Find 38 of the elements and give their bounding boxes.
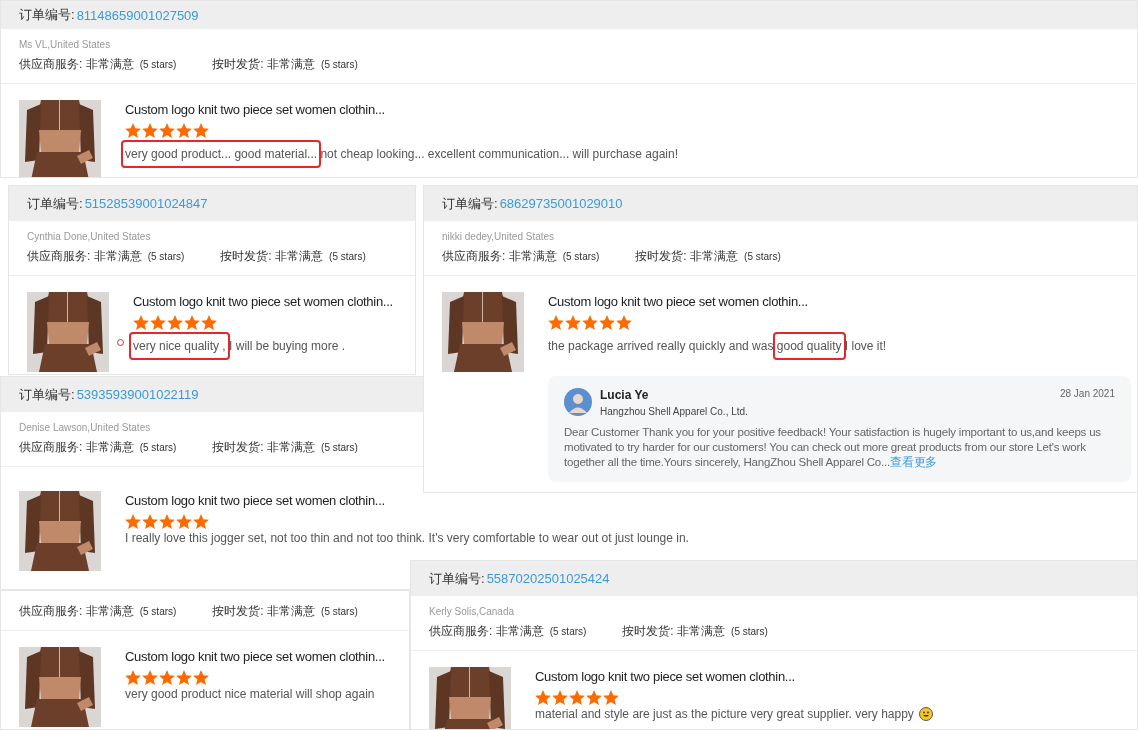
customer-name: nikki dedey,United States xyxy=(442,231,555,242)
reply-text: Dear Customer Thank you for your positive feedback! Your satisfaction is hugely important to us,and keeps us motivated to try harder for our customers! You can check out more great products from our store Let's work together all the time.Yours sincerely, HangZhou Shell Apparel Co...查看更多 xyxy=(564,425,1102,470)
customer-name: Denise Lawson,United States xyxy=(19,422,151,433)
replier-name: Lucia Ye xyxy=(600,388,650,402)
order-label: 订单编号: xyxy=(442,194,498,213)
rating-text: 按时发货: 非常满意 (5 stars) xyxy=(622,623,768,640)
rating-text: 供应商服务: 非常满意 (5 stars) xyxy=(19,56,177,73)
product-title[interactable]: Custom logo knit two piece set women clothin... xyxy=(535,669,795,684)
avatar-icon xyxy=(564,388,592,416)
order-label: 订单编号: xyxy=(19,385,75,404)
order-label: 订单编号: xyxy=(429,569,485,588)
order-label: 订单编号: xyxy=(27,194,83,213)
order-label: 订单编号: xyxy=(19,6,75,24)
rating-text: 供应商服务: 非常满意 (5 stars) xyxy=(442,248,600,265)
rating-text: 按时发货: 非常满意 (5 stars) xyxy=(212,439,358,456)
rating-text: 供应商服务: 非常满意 (5 stars) xyxy=(27,248,185,265)
customer-name: Ms VL,United States xyxy=(19,39,111,50)
review-comment: I really love this jogger set, not too thin and not too think. It's very comfortable to wear out ot just lounge in. xyxy=(125,531,690,545)
product-title[interactable]: Custom logo knit two piece set women clothin... xyxy=(133,294,393,309)
review-comment: material and style are just as the picture very great supplier. very happy xyxy=(535,707,1131,721)
rating-text: 供应商服务: 非常满意 (5 stars) xyxy=(19,439,177,456)
company-name: Hangzhou Shell Apparel Co., Ltd. xyxy=(600,406,749,417)
product-title[interactable]: Custom logo knit two piece set women clothin... xyxy=(125,493,385,508)
review-comment: the package arrived really quickly and was good quality I love it! xyxy=(548,332,1131,360)
reply-date: 28 Jan 2021 xyxy=(1059,388,1115,399)
rating-text: 按时发货: 非常满意 (5 stars) xyxy=(212,56,358,73)
rating-text: 供应商服务: 非常满意 (5 stars) xyxy=(429,623,587,640)
rating-text: 按时发货: 非常满意 (5 stars) xyxy=(220,248,366,265)
rating-text: 按时发货: 非常满意 (5 stars) xyxy=(212,603,358,620)
rating-text: 按时发货: 非常满意 (5 stars) xyxy=(635,248,781,265)
smiley-icon xyxy=(919,707,934,721)
customer-name: Cynthia Done,United States xyxy=(27,231,151,242)
product-title[interactable]: Custom logo knit two piece set women clothin... xyxy=(125,649,385,664)
customer-name: Kerly Solis,Canada xyxy=(429,606,515,617)
review-comment: very good product nice material will shop again xyxy=(125,687,376,701)
rating-text: 供应商服务: 非常满意 (5 stars) xyxy=(19,603,177,620)
product-title[interactable]: Custom logo knit two piece set women clothin... xyxy=(548,294,808,309)
product-title[interactable]: Custom logo knit two piece set women clothin... xyxy=(125,102,385,117)
